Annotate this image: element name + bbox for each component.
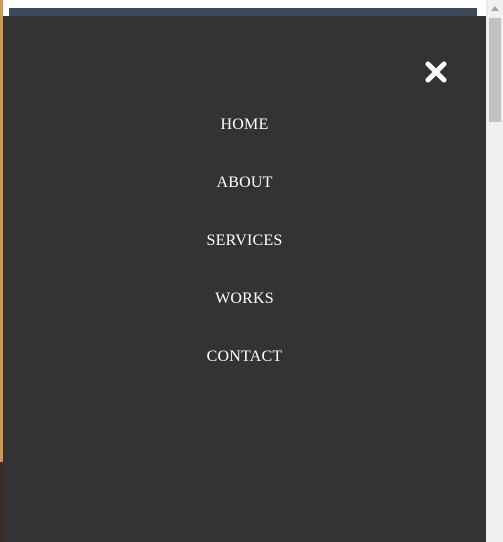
navigation-overlay: HOME ABOUT SERVICES WORKS CONTACT: [3, 16, 486, 542]
scroll-up-button[interactable]: [487, 0, 503, 17]
nav-link-works[interactable]: WORKS: [215, 288, 274, 310]
nav-link-about[interactable]: ABOUT: [216, 172, 272, 194]
nav-link-home[interactable]: HOME: [221, 114, 269, 136]
scrollbar-thumb[interactable]: [489, 18, 501, 122]
nav-link-contact[interactable]: CONTACT: [207, 346, 283, 368]
page-header-strip: [9, 8, 477, 16]
browser-viewport: HOME ABOUT SERVICES WORKS CONTACT: [0, 0, 486, 542]
close-menu-button[interactable]: [423, 59, 449, 85]
vertical-scrollbar[interactable]: [486, 0, 503, 542]
nav-link-services[interactable]: SERVICES: [207, 230, 283, 252]
scroll-up-arrow-icon: [491, 6, 499, 11]
nav-item-about: ABOUT: [3, 172, 486, 230]
nav-item-works: WORKS: [3, 288, 486, 346]
nav-menu: HOME ABOUT SERVICES WORKS CONTACT: [3, 114, 486, 404]
nav-item-home: HOME: [3, 114, 486, 172]
nav-item-contact: CONTACT: [3, 346, 486, 404]
nav-item-services: SERVICES: [3, 230, 486, 288]
close-icon: [425, 61, 447, 83]
